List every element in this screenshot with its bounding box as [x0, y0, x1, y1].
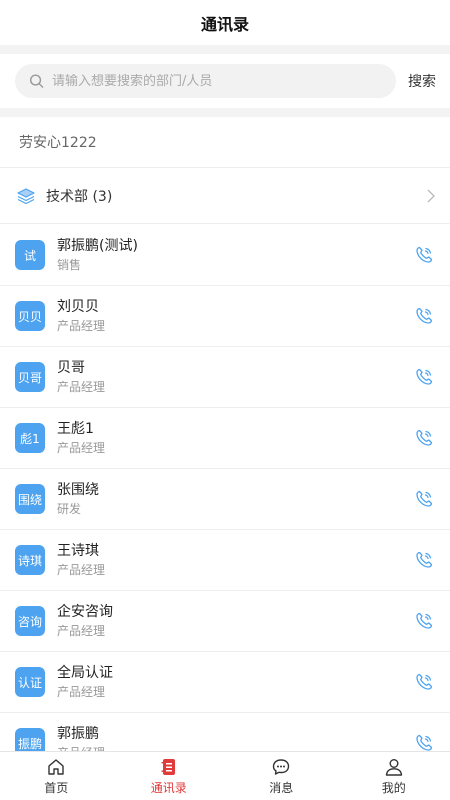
contact-info: 郭振鹏产品经理 [57, 724, 414, 751]
contact-name: 郭振鹏(测试) [57, 238, 138, 254]
phone-icon[interactable] [414, 672, 434, 692]
contact-row[interactable]: 诗琪 王诗琪产品经理 [0, 530, 450, 591]
contact-name: 王诗琪 [57, 543, 99, 559]
contact-row[interactable]: 贝贝 刘贝贝产品经理 [0, 286, 450, 347]
contact-row[interactable]: 贝哥 贝哥 产品经理 [0, 347, 450, 408]
avatar: 咨询 [15, 606, 45, 636]
top-bar: 通讯录 [0, 0, 450, 45]
contact-name: 王彪1 [57, 421, 94, 437]
contact-role: 产品经理 [57, 685, 106, 699]
phone-icon[interactable] [414, 550, 434, 570]
phone-icon[interactable] [414, 367, 434, 387]
phone-icon[interactable] [414, 489, 434, 509]
contact-info: 贝哥 产品经理 [57, 358, 414, 396]
tab-contacts-label: 通讯录 [150, 780, 187, 795]
contact-info: 刘贝贝 产品经理 [57, 297, 414, 335]
page-title: 通讯录 [200, 14, 249, 34]
tab-mine[interactable]: 我的 [338, 752, 450, 800]
avatar: 认证 [15, 667, 45, 697]
tab-messages-label: 消息 [269, 780, 294, 795]
phone-icon[interactable] [414, 428, 434, 448]
contact-name: 张围绕 [57, 482, 99, 498]
avatar: 彪1 [15, 423, 45, 453]
contact-row[interactable]: 认证 全局认证产品经理 [0, 652, 450, 713]
chat-bubble-icon [273, 758, 290, 775]
contact-role: 产品经理 [57, 744, 414, 751]
contact-role: 产品经理 [57, 563, 106, 577]
home-icon [48, 758, 64, 775]
divider-band [0, 45, 450, 54]
phone-icon[interactable] [414, 611, 434, 631]
search-bar: 搜索 [0, 54, 450, 108]
avatar: 贝贝 [15, 301, 45, 331]
user-icon [385, 758, 402, 776]
contact-list: 试郭振鹏(测试) 销售 贝贝 刘贝贝 产品经理 贝哥 贝哥 产品经理 彪1 王彪1 产品经理 围绕 张围… [0, 225, 450, 751]
contact-info: 郭振鹏(测试) 销售 [57, 236, 414, 274]
contact-info: 企安咨询 产品经理 [57, 602, 414, 640]
chevron-right-icon [427, 189, 435, 202]
divider-band [0, 108, 450, 117]
phone-icon[interactable] [414, 733, 434, 751]
contact-name: 企安咨询 [57, 604, 113, 620]
contact-name: 贝哥 [57, 360, 85, 376]
avatar: 诗琪 [15, 545, 45, 575]
phone-icon[interactable] [414, 306, 434, 326]
company-name: 劳安心1222 [0, 117, 450, 168]
avatar: 贝哥 [15, 362, 45, 392]
contact-row[interactable]: 围绕 张围绕研发 [0, 469, 450, 530]
contact-role: 产品经理 [57, 380, 106, 394]
tab-home-label: 首页 [44, 780, 69, 795]
search-icon [29, 74, 44, 88]
search-box[interactable] [15, 64, 396, 98]
layers-icon [17, 187, 35, 204]
contact-name: 郭振鹏 [57, 726, 99, 742]
contact-row[interactable]: 彪1 王彪1 产品经理 [0, 408, 450, 469]
tab-mine-label: 我的 [381, 780, 406, 795]
contact-name: 刘贝贝 [57, 299, 99, 315]
contact-role: 销售 [57, 258, 82, 272]
avatar: 振鹏 [15, 728, 45, 751]
tab-contacts[interactable]: 通讯录 [113, 752, 226, 800]
department-row[interactable]: 技术部 (3) [0, 168, 450, 224]
avatar: 围绕 [15, 484, 45, 514]
search-input[interactable] [52, 73, 396, 89]
contact-info: 全局认证 产品经理 [57, 663, 414, 701]
avatar: 试 [15, 240, 45, 270]
contact-role: 产品经理 [57, 319, 106, 333]
bottom-tab-bar: 首页 通讯录 消息 我的 [0, 751, 450, 800]
contact-name: 全局认证 [57, 665, 113, 681]
contact-info: 张围绕 研发 [57, 480, 414, 518]
contact-role: 研发 [57, 502, 82, 516]
contact-row[interactable]: 振鹏郭振鹏产品经理 [0, 713, 450, 751]
contact-info: 王诗琪 产品经理 [57, 541, 414, 579]
contact-role: 产品经理 [57, 441, 106, 455]
tab-home[interactable]: 首页 [0, 752, 113, 800]
contact-info: 王彪1 产品经理 [57, 419, 414, 457]
contact-role: 产品经理 [57, 624, 106, 638]
contacts-book-icon [161, 758, 175, 775]
department-label: 技术部 (3) [46, 188, 113, 205]
tab-messages[interactable]: 消息 [225, 752, 338, 800]
search-button[interactable]: 搜索 [408, 71, 436, 91]
phone-icon[interactable] [414, 245, 434, 265]
contact-row[interactable]: 咨询 企安咨询产品经理 [0, 591, 450, 652]
contact-row[interactable]: 试郭振鹏(测试) 销售 [0, 225, 450, 286]
